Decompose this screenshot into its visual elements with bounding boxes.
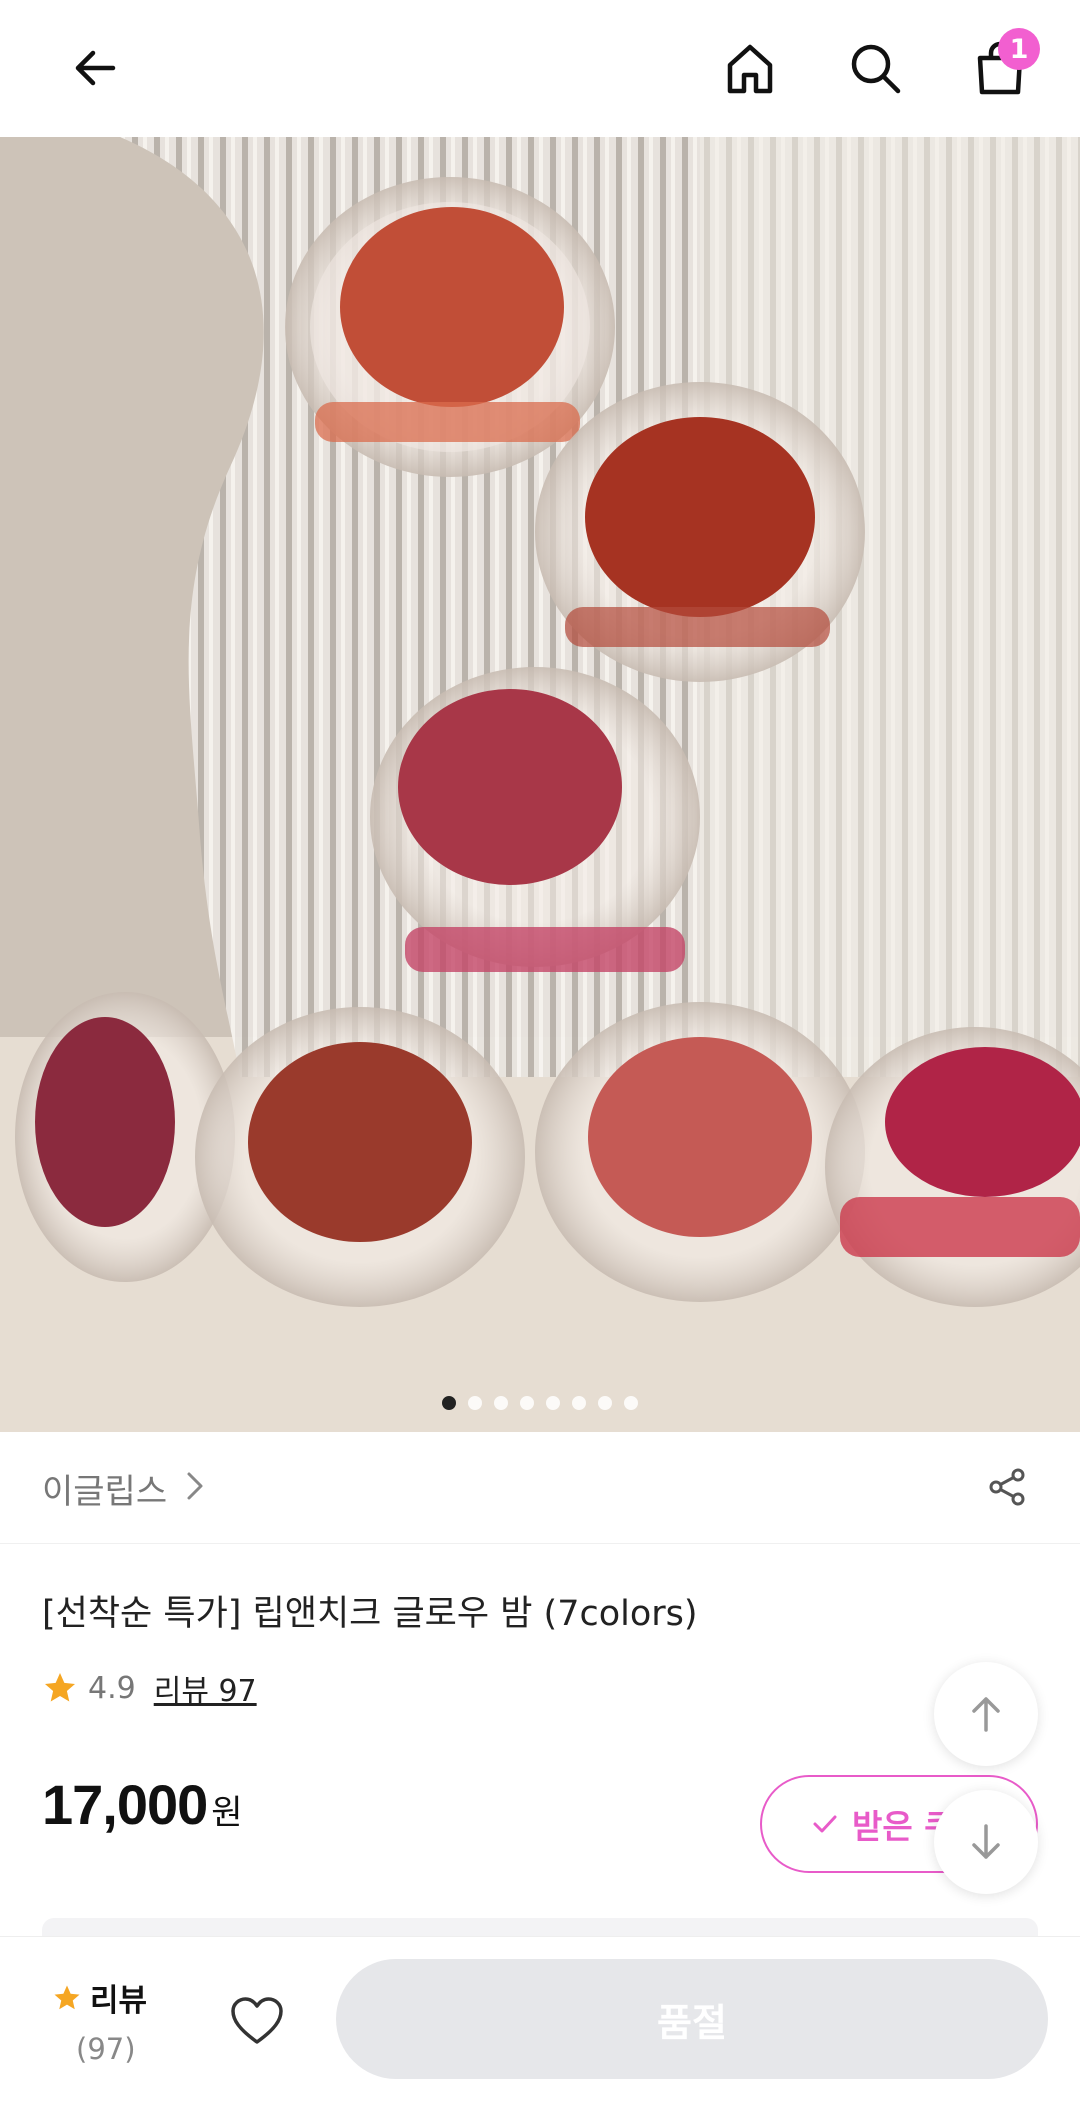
- arrow-left-icon: [75, 50, 116, 86]
- share-button[interactable]: [980, 1460, 1034, 1514]
- product-title: [선착순 특가] 립앤치크 글로우 밤 (7colors): [42, 1594, 698, 1634]
- cart-button[interactable]: 1: [960, 28, 1040, 108]
- product-photo: [0, 137, 1080, 1432]
- home-icon: [727, 44, 773, 94]
- carousel-indicator: [0, 1396, 1080, 1410]
- carousel-dot[interactable]: [546, 1396, 560, 1410]
- back-button[interactable]: [55, 28, 135, 108]
- review-label: 리뷰: [90, 1983, 148, 2019]
- cart-count-badge: 1: [998, 28, 1040, 70]
- soldout-button[interactable]: 품절: [336, 1959, 1048, 2079]
- search-button[interactable]: [835, 28, 915, 108]
- heart-icon: [231, 1997, 283, 2044]
- carousel-dot[interactable]: [598, 1396, 612, 1410]
- carousel-dot[interactable]: [520, 1396, 534, 1410]
- brand-row: 이글립스: [0, 1432, 1080, 1544]
- carousel-dot[interactable]: [572, 1396, 586, 1410]
- rating-row: 4.9 리뷰 97: [42, 1666, 257, 1710]
- scroll-bottom-button[interactable]: [934, 1790, 1038, 1894]
- star-icon: [54, 1985, 80, 2009]
- scroll-top-button[interactable]: [934, 1662, 1038, 1766]
- price-currency: 원: [211, 1793, 243, 1833]
- price-value: 17,000: [42, 1773, 208, 1836]
- search-icon: [851, 44, 901, 94]
- wishlist-button[interactable]: [225, 1989, 289, 2053]
- info-card-edge: [42, 1918, 1038, 1938]
- soldout-label: 품절: [657, 2000, 727, 2045]
- bottom-action-bar: 리뷰 (97) 품절: [0, 1936, 1080, 2123]
- top-app-bar: 1: [0, 0, 1080, 137]
- rating-value: 4.9: [88, 1670, 136, 1706]
- star-icon: [45, 1673, 75, 1702]
- brand-link[interactable]: 이글립스: [42, 1464, 167, 1513]
- carousel-dot[interactable]: [494, 1396, 508, 1410]
- arrow-down-icon: [972, 1824, 1000, 1859]
- review-summary-button[interactable]: 리뷰 (97): [52, 1975, 172, 2066]
- check-icon: [813, 1815, 837, 1833]
- carousel-dot[interactable]: [624, 1396, 638, 1410]
- review-link[interactable]: 리뷰 97: [154, 1666, 257, 1710]
- price: 17,000 원: [42, 1772, 243, 1837]
- chevron-right-icon: [187, 1472, 203, 1500]
- product-image-carousel[interactable]: [0, 137, 1080, 1432]
- home-button[interactable]: [710, 28, 790, 108]
- carousel-dot[interactable]: [442, 1396, 456, 1410]
- review-count: (97): [76, 2032, 136, 2066]
- share-icon: [989, 1468, 1025, 1506]
- arrow-up-icon: [972, 1697, 1000, 1732]
- carousel-dot[interactable]: [468, 1396, 482, 1410]
